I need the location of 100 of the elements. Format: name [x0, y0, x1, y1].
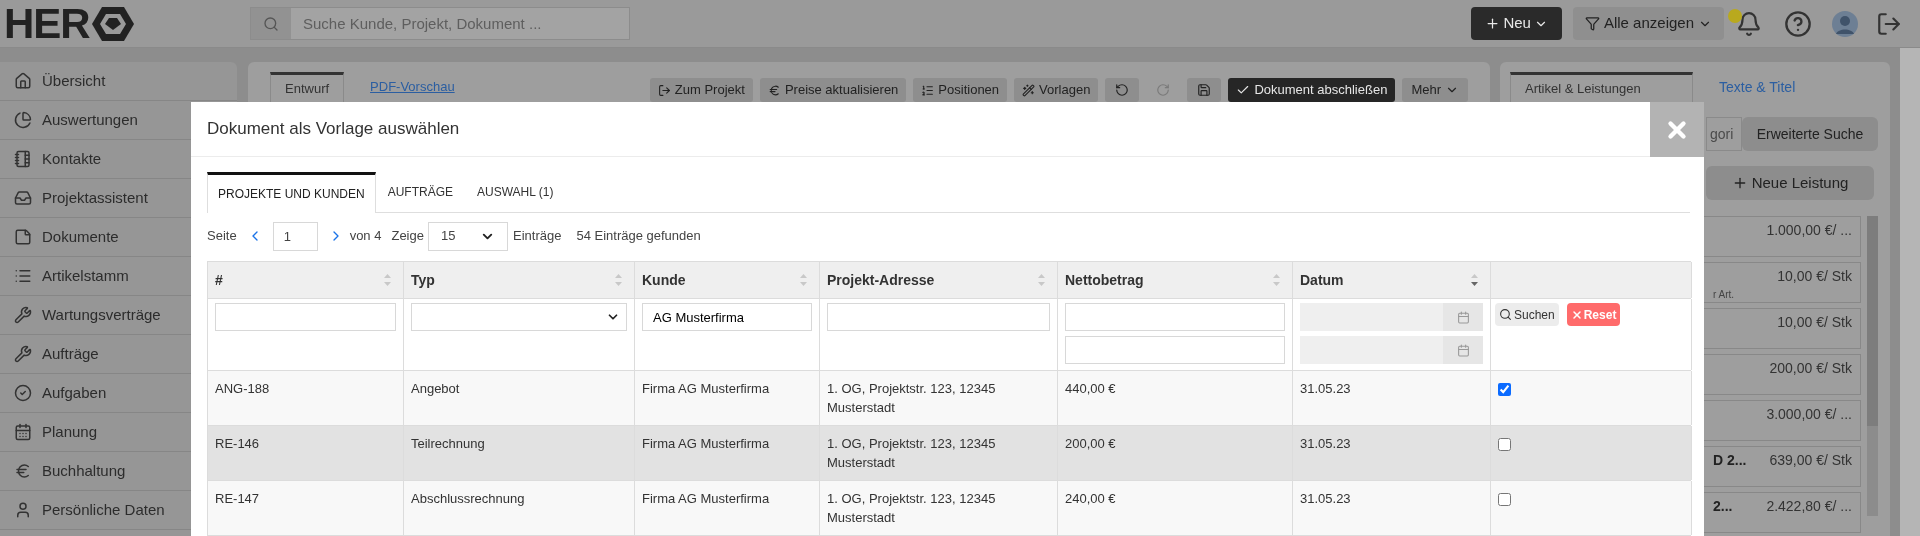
item-price: 639,00 €/ Stk [1769, 451, 1852, 470]
sort-icon[interactable] [1471, 274, 1478, 286]
item-note: r Art. [1712, 288, 1736, 302]
check-circle-icon [14, 384, 32, 402]
page-scrollbar[interactable] [1900, 48, 1920, 536]
filter-field[interactable] [215, 303, 396, 331]
wrench-icon [14, 345, 32, 363]
calendar-icon [1456, 310, 1470, 324]
search-icon [263, 15, 279, 32]
filter-icon [1584, 16, 1600, 31]
toolbar-button[interactable]: Vorlagen [1014, 78, 1099, 102]
item-price: 10,00 €/ Stk [1777, 313, 1852, 332]
table-cell-text: 440,00 € [1065, 380, 1117, 398]
column-header: Kunde [642, 270, 686, 290]
notebook-icon [14, 150, 32, 168]
filter-field[interactable]: AG Musterfirma [642, 303, 812, 331]
filter-field[interactable] [1065, 336, 1285, 364]
calendar-icon [14, 423, 32, 441]
table-cell-text: 31.05.23 [1300, 380, 1352, 398]
item-name: 2... [1713, 497, 1733, 516]
list-icon [14, 267, 32, 285]
column-header: Datum [1300, 270, 1344, 290]
item-price: 2.422,80 €/ ... [1766, 497, 1852, 516]
table-cell-text: 200,00 € [1065, 435, 1117, 453]
modal-tab[interactable]: AUFTRÄGE [375, 171, 466, 212]
undo-icon [1115, 83, 1130, 97]
page-field[interactable]: 1 [272, 221, 318, 251]
inbox-icon [14, 189, 32, 207]
toolbar-button[interactable]: Preise aktualisieren [759, 78, 907, 102]
help-icon[interactable] [1784, 9, 1812, 38]
user-icon [14, 501, 32, 519]
table-cell-text: Firma AG Musterfirma [642, 490, 771, 508]
table-cell-text: Firma AG Musterfirma [642, 435, 771, 453]
row-checkbox[interactable] [1498, 493, 1511, 506]
show-label: Zeige [391, 227, 424, 246]
table-cell-text: 1. OG, Projektstr. 123, 12345 Musterstadt [827, 380, 997, 417]
more-button[interactable]: Mehr [1402, 78, 1468, 102]
arrow-exit-icon [657, 83, 671, 97]
table-cell-text: 31.05.23 [1300, 435, 1352, 453]
new-service-button[interactable]: Neue Leistung [1706, 166, 1874, 200]
table-cell-text: Angebot [411, 380, 461, 398]
row-checkbox[interactable] [1498, 438, 1511, 451]
table-row[interactable]: RE-147 Abschlussrechnung Firma AG Musterfirma 1. OG, Projektstr. 123, 12345 Musterstadt 240,00 € 31.05.23 [208, 481, 1691, 536]
table-row[interactable]: RE-146 Teilrechnung Firma AG Musterfirma 1. OG, Projektstr. 123, 12345 Musterstadt 200,00 € 31.05.23 [208, 426, 1691, 481]
pie-chart-icon [14, 111, 32, 129]
item-price: 10,00 €/ Stk [1777, 267, 1852, 286]
table-cell-text: Abschlussrechnung [411, 490, 526, 508]
toolbar-button[interactable]: Positionen [913, 78, 1008, 102]
calendar-button[interactable] [1443, 336, 1483, 364]
table-cell-text: 31.05.23 [1300, 490, 1352, 508]
filter-button[interactable]: Alle anzeigen [1572, 7, 1724, 40]
table-cell-text: 240,00 € [1065, 490, 1117, 508]
filter-tab[interactable]: Erweiterte Suche [1742, 117, 1878, 151]
close-icon [1570, 308, 1583, 321]
finish-document-button[interactable]: Dokument abschließen [1228, 78, 1396, 102]
search-bar[interactable]: Suche Kunde, Projekt, Dokument ... [250, 7, 630, 40]
filter-field[interactable] [827, 303, 1050, 331]
date-field[interactable] [1300, 336, 1443, 364]
bell-icon[interactable] [1736, 10, 1762, 37]
sidebar-item[interactable]: Übersicht [0, 62, 237, 101]
toolbar-button[interactable] [1187, 78, 1222, 102]
wrench-icon [14, 306, 32, 324]
logo-mark-icon [91, 4, 134, 43]
search-icon [1499, 308, 1512, 321]
row-checkbox[interactable] [1498, 383, 1511, 396]
type-select[interactable] [411, 303, 627, 331]
new-button[interactable]: Neu [1471, 7, 1562, 40]
logout-icon[interactable] [1876, 10, 1902, 37]
table-cell-text: 1. OG, Projektstr. 123, 12345 Musterstadt [827, 435, 997, 472]
numbered-list-icon [921, 83, 935, 97]
toolbar-button[interactable] [1105, 78, 1140, 102]
save-icon [1197, 83, 1212, 97]
scrollbar-thumb[interactable] [1867, 216, 1878, 426]
modal-tab[interactable]: PROJEKTE UND KUNDEN [207, 172, 376, 213]
euro-icon [14, 462, 32, 480]
item-price: 1.000,00 €/ ... [1766, 221, 1852, 240]
calendar-button[interactable] [1443, 303, 1483, 331]
panel-tab[interactable]: Texte & Titel [1719, 72, 1796, 102]
item-name: D 2... [1713, 451, 1747, 470]
calendar-icon [1456, 343, 1470, 357]
results-count: 54 Einträge gefunden [576, 227, 701, 246]
modal-tab[interactable]: AUSWAHL (1) [465, 171, 566, 212]
table-cell-text: Teilrechnung [411, 435, 486, 453]
date-field[interactable] [1300, 303, 1443, 331]
close-button[interactable] [1650, 102, 1704, 157]
search-field[interactable]: Suche Kunde, Projekt, Dokument ... [291, 8, 629, 39]
page-count: von 4 [349, 227, 382, 246]
page-size-select[interactable]: 15 [428, 221, 508, 251]
column-header: Projekt-Adresse [827, 270, 935, 290]
filter-tab[interactable]: gori [1706, 117, 1742, 151]
editor-tab[interactable]: PDF-Vorschau [370, 72, 455, 102]
avatar[interactable] [1832, 10, 1858, 37]
table-row[interactable]: ANG-188 Angebot Firma AG Musterfirma 1. OG, Projektstr. 123, 12345 Musterstadt 440,00 € 31.05.23 [208, 371, 1691, 426]
reset-button[interactable]: Reset [1566, 303, 1621, 326]
toolbar-button[interactable]: Zum Projekt [649, 78, 753, 102]
column-header: Nettobetrag [1065, 270, 1144, 290]
filter-field[interactable] [1065, 303, 1285, 331]
search-button[interactable]: Suchen [1495, 303, 1559, 326]
plus-icon [1485, 16, 1501, 31]
column-header: Typ [411, 270, 435, 290]
